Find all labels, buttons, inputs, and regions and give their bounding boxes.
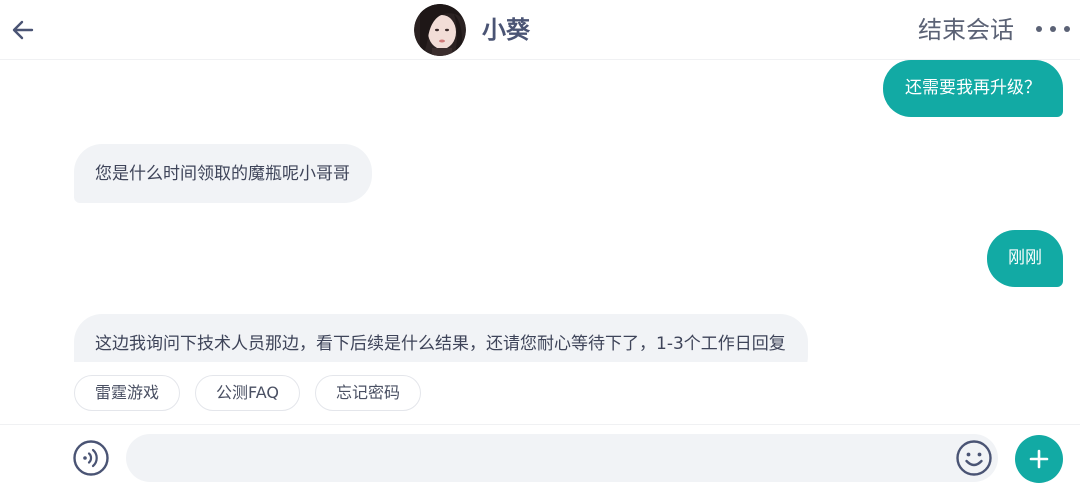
plus-icon [1029,449,1049,469]
chat-app: 小葵 结束会话 还需要我再升级？ 您是什么时间领取的魔瓶呢小哥哥 刚刚 这边我询… [0,0,1080,491]
message-list[interactable]: 还需要我再升级？ 您是什么时间领取的魔瓶呢小哥哥 刚刚 这边我询问下技术人员那边… [0,60,1080,362]
chat-header: 小葵 结束会话 [0,0,1080,60]
input-bar [0,424,1080,491]
arrow-left-icon [12,20,34,40]
back-button[interactable] [8,15,38,45]
more-dots-icon [1050,26,1056,32]
more-button[interactable] [1036,18,1070,40]
emoji-icon [956,440,992,476]
quick-reply-chip[interactable]: 忘记密码 [315,375,422,411]
contact-name: 小葵 [482,16,530,44]
avatar[interactable] [414,4,466,56]
avatar-image [414,4,466,56]
message-input[interactable] [126,434,998,482]
emoji-button[interactable] [955,439,993,477]
more-dots-icon [1064,26,1070,32]
voice-icon [73,440,109,476]
incoming-message: 您是什么时间领取的魔瓶呢小哥哥 [74,144,372,203]
quick-reply-chip[interactable]: 公测FAQ [195,375,301,411]
more-dots-icon [1036,26,1042,32]
end-session-button[interactable]: 结束会话 [918,14,1014,46]
outgoing-message: 刚刚 [987,230,1063,287]
voice-button[interactable] [72,439,110,477]
quick-reply-chip[interactable]: 雷霆游戏 [74,375,181,411]
add-button[interactable] [1015,435,1063,483]
outgoing-message: 还需要我再升级？ [883,60,1063,117]
incoming-message: 这边我询问下技术人员那边，看下后续是什么结果，还请您耐心等待下了，1-3个工作日… [74,314,808,362]
quick-replies: 雷霆游戏 公测FAQ 忘记密码 [74,375,422,411]
